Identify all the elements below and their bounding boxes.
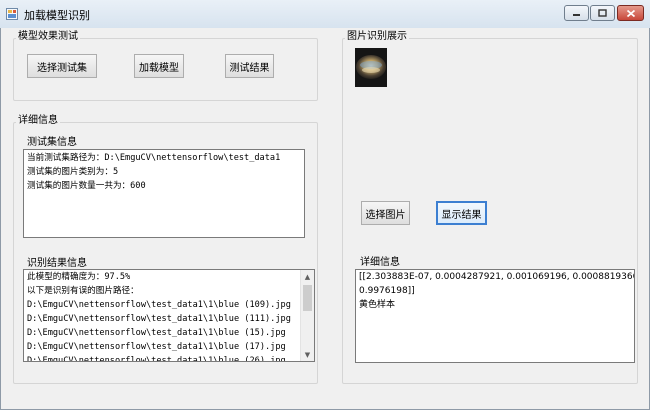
- probabilities-line: [[2.303883E-07, 0.0004287921, 0.00106919…: [359, 272, 635, 282]
- test-set-info-label: 测试集信息: [27, 137, 77, 148]
- results-scrollbar[interactable]: ▲ ▼: [300, 270, 314, 361]
- title-bar[interactable]: 加载模型识别: [0, 0, 650, 28]
- test-set-count-line: 测试集的图片数量一共为：600: [27, 181, 146, 191]
- close-button[interactable]: [617, 5, 644, 21]
- maximize-icon: [598, 9, 607, 17]
- close-icon: [626, 9, 635, 17]
- window-title: 加载模型识别: [24, 9, 90, 22]
- model-test-group-label: 模型效果测试: [16, 31, 80, 43]
- test-set-classes-line: 测试集的图片类别为：5: [27, 167, 119, 177]
- image-recognition-group-label: 图片识别展示: [345, 31, 409, 43]
- load-model-button[interactable]: 加载模型: [134, 54, 184, 78]
- accuracy-line: 此模型的精确度为：97.5%: [27, 272, 131, 282]
- test-set-path-line: 当前测试集路径为：D:\EmguCV\nettensorflow\test_da…: [27, 153, 281, 163]
- error-path-line: D:\EmguCV\nettensorflow\test_data1\1\blu…: [27, 328, 286, 338]
- result-detail-label: 详细信息: [360, 257, 400, 268]
- select-test-set-button[interactable]: 选择测试集: [27, 54, 97, 78]
- preview-image: [355, 48, 387, 87]
- scroll-up-arrow-icon[interactable]: ▲: [301, 270, 314, 283]
- test-result-button[interactable]: 测试结果: [225, 54, 274, 78]
- maximize-button[interactable]: [590, 5, 615, 21]
- error-path-line: D:\EmguCV\nettensorflow\test_data1\1\blu…: [27, 314, 291, 324]
- predicted-class-line: 黄色样本: [359, 300, 396, 310]
- select-image-button[interactable]: 选择图片: [361, 201, 410, 225]
- result-detail-textbox[interactable]: [[2.303883E-07, 0.0004287921, 0.00106919…: [355, 269, 635, 363]
- recognition-results-textbox[interactable]: 此模型的精确度为：97.5% 以下是识别有误的图片路径： D:\EmguCV\n…: [23, 269, 315, 362]
- details-group-label: 详细信息: [16, 115, 60, 127]
- minimize-icon: [573, 13, 580, 16]
- scrollbar-thumb[interactable]: [303, 285, 312, 311]
- test-set-info-textbox[interactable]: 当前测试集路径为：D:\EmguCV\nettensorflow\test_da…: [23, 149, 305, 238]
- error-path-line: D:\EmguCV\nettensorflow\test_data1\1\blu…: [27, 300, 291, 310]
- scroll-down-arrow-icon[interactable]: ▼: [301, 348, 314, 361]
- error-path-line: D:\EmguCV\nettensorflow\test_data1\1\blu…: [27, 356, 286, 362]
- probabilities-line-cont: 0.9976198]]: [359, 286, 415, 296]
- app-icon: [6, 8, 18, 20]
- show-result-button[interactable]: 显示结果: [436, 201, 487, 225]
- error-path-line: D:\EmguCV\nettensorflow\test_data1\1\blu…: [27, 342, 286, 352]
- error-paths-heading: 以下是识别有误的图片路径：: [27, 286, 139, 296]
- minimize-button[interactable]: [564, 5, 589, 21]
- preview-image-graphic: [355, 48, 387, 87]
